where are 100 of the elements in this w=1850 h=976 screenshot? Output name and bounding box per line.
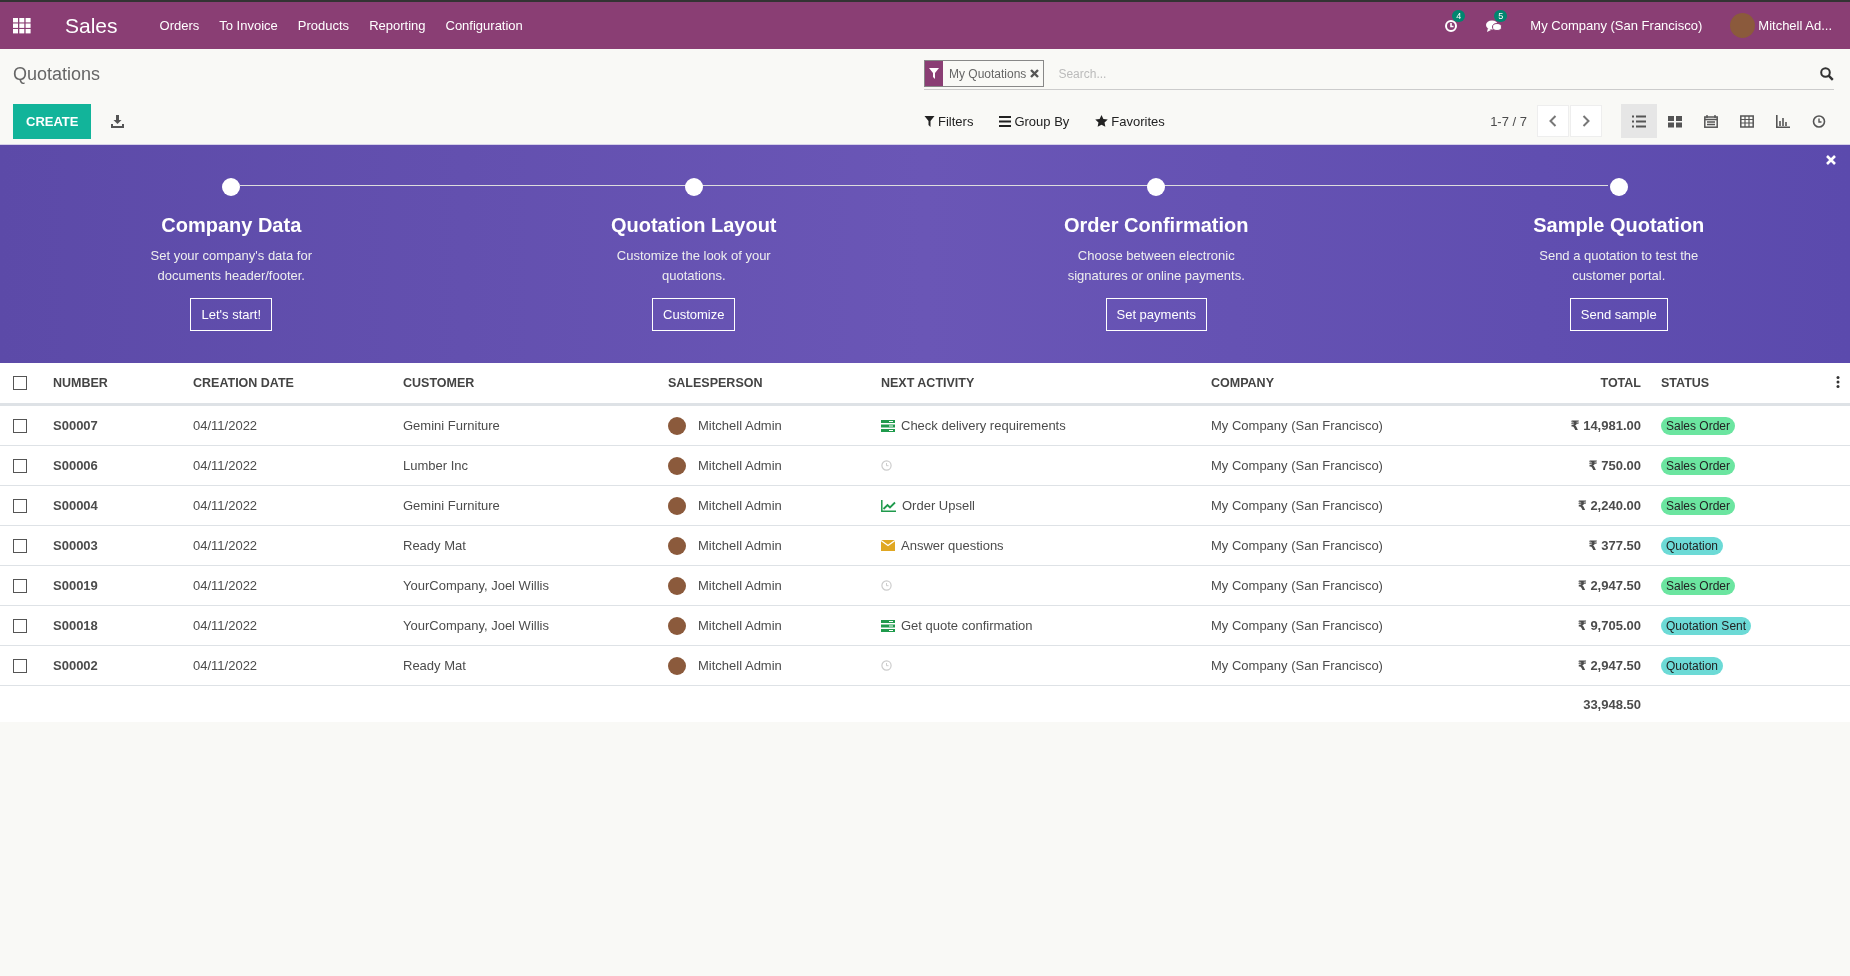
activity-summary: Order Upsell <box>902 498 975 513</box>
menu-item[interactable]: Orders <box>159 18 200 33</box>
company-name: My Company (San Francisco) <box>1211 498 1383 513</box>
company-name: My Company (San Francisco) <box>1211 458 1383 473</box>
customer-name: Gemini Furniture <box>403 498 500 513</box>
chat-icon[interactable] <box>1486 18 1503 33</box>
search-field[interactable]: Search... <box>1056 65 1820 82</box>
customer-name: YourCompany, Joel Willis <box>403 618 549 633</box>
salesperson-name: Mitchell Admin <box>698 498 782 513</box>
close-icon[interactable] <box>1030 69 1040 78</box>
step-button[interactable]: Set payments <box>1105 298 1207 331</box>
column-header[interactable]: CREATION DATE <box>183 363 393 405</box>
facet-label: My Quotations <box>948 66 1028 81</box>
order-total: ₹ 377.50 <box>1588 538 1641 553</box>
apps-menu-icon[interactable] <box>13 17 31 34</box>
row-checkbox[interactable] <box>13 539 27 554</box>
order-number: S00003 <box>53 538 98 553</box>
company-name: My Company (San Francisco) <box>1211 538 1383 553</box>
step-button[interactable]: Let's start! <box>190 298 273 331</box>
user-menu[interactable]: Mitchell Ad... <box>1758 18 1832 33</box>
select-all-checkbox[interactable] <box>13 376 27 391</box>
salesperson-name: Mitchell Admin <box>698 458 782 473</box>
chevron-left-icon <box>1549 115 1557 127</box>
grand-total: 33,948.50 <box>1583 696 1641 712</box>
step-title: Quotation Layout <box>610 214 777 237</box>
order-number: S00019 <box>53 578 98 593</box>
menu-item[interactable]: Products <box>297 18 350 33</box>
creation-date: 04/11/2022 <box>193 498 258 513</box>
order-number: S00002 <box>53 658 98 673</box>
status-badge: Sales Order <box>1661 576 1736 595</box>
salesperson-name: Mitchell Admin <box>698 418 782 433</box>
trend-chart-icon[interactable] <box>881 499 896 512</box>
order-total: ₹ 9,705.00 <box>1577 618 1641 633</box>
activity-icon[interactable] <box>1444 18 1459 33</box>
order-total: ₹ 14,981.00 <box>1570 418 1641 433</box>
company-switcher[interactable]: My Company (San Francisco) <box>1530 18 1703 33</box>
step-button[interactable]: Send sample <box>1569 298 1668 331</box>
row-checkbox[interactable] <box>13 579 27 594</box>
order-number: S00018 <box>53 618 98 633</box>
column-header[interactable]: TOTAL <box>1471 363 1651 405</box>
app-name[interactable]: Sales <box>65 13 118 38</box>
order-total: ₹ 2,947.50 <box>1577 578 1641 593</box>
row-checkbox[interactable] <box>13 459 27 474</box>
filter-icon <box>929 68 939 79</box>
clock-icon <box>1812 114 1826 128</box>
step-title: Sample Quotation <box>1533 214 1705 237</box>
step-description: Customize the look of your quotations. <box>615 247 772 285</box>
table-icon <box>1740 114 1754 128</box>
step-button[interactable]: Customize <box>652 298 736 331</box>
customer-name: Lumber Inc <box>403 458 469 473</box>
step-description: Choose between electronic signatures or online payments. <box>1066 247 1246 285</box>
view-switch-button[interactable] <box>1621 104 1657 138</box>
favorites-button[interactable]: Favorites <box>1095 113 1165 129</box>
salesperson-name: Mitchell Admin <box>698 618 782 633</box>
column-header[interactable]: NEXT ACTIVITY <box>871 363 1201 405</box>
row-checkbox[interactable] <box>13 499 27 514</box>
status-badge: Sales Order <box>1661 416 1736 435</box>
column-header[interactable]: COMPANY <box>1201 363 1471 405</box>
step-dot <box>1147 178 1166 196</box>
step-dot <box>684 178 703 196</box>
creation-date: 04/11/2022 <box>193 618 258 633</box>
message-count-badge: 5 <box>1494 9 1508 22</box>
customer-name: Ready Mat <box>403 538 466 553</box>
menu-item[interactable]: Reporting <box>369 18 426 33</box>
download-icon[interactable] <box>111 114 125 128</box>
row-checkbox[interactable] <box>13 419 27 434</box>
creation-date: 04/11/2022 <box>193 458 258 473</box>
pager-value[interactable]: 1-7 / 7 <box>1490 113 1527 129</box>
list-icon[interactable] <box>881 419 895 432</box>
more-options-icon[interactable] <box>1836 375 1840 388</box>
list-icon[interactable] <box>881 619 895 632</box>
row-checkbox[interactable] <box>13 659 27 674</box>
column-header[interactable]: NUMBER <box>43 363 183 405</box>
search-icon[interactable] <box>1820 66 1834 81</box>
step-title: Company Data <box>161 214 302 237</box>
order-total: ₹ 2,947.50 <box>1577 658 1641 673</box>
filter-facet[interactable]: My Quotations <box>924 60 1045 87</box>
activity-count-badge: 4 <box>1452 9 1466 22</box>
star-icon <box>1095 115 1109 127</box>
customer-name: Ready Mat <box>403 658 466 673</box>
order-number: S00006 <box>53 458 98 473</box>
salesperson-name: Mitchell Admin <box>698 538 782 553</box>
menu-item[interactable]: Configuration <box>445 18 523 33</box>
menu-item[interactable]: To Invoice <box>219 18 278 33</box>
user-avatar <box>668 416 686 435</box>
filters-button[interactable]: Filters <box>924 113 974 129</box>
column-header[interactable]: CUSTOMER <box>393 363 658 405</box>
order-total: ₹ 2,240.00 <box>1577 498 1641 513</box>
company-name: My Company (San Francisco) <box>1211 658 1383 673</box>
company-name: My Company (San Francisco) <box>1211 618 1383 633</box>
step-dot <box>222 178 241 196</box>
column-header[interactable]: SALESPERSON <box>658 363 871 405</box>
row-checkbox[interactable] <box>13 619 27 634</box>
activity-summary: Get quote confirmation <box>901 618 1033 633</box>
calendar-icon <box>1704 114 1718 128</box>
group-by-button[interactable]: Group By <box>999 113 1070 129</box>
creation-date: 04/11/2022 <box>193 578 258 593</box>
status-badge: Sales Order <box>1661 496 1736 515</box>
user-avatar <box>668 456 686 475</box>
column-header[interactable]: STATUS <box>1651 363 1801 405</box>
